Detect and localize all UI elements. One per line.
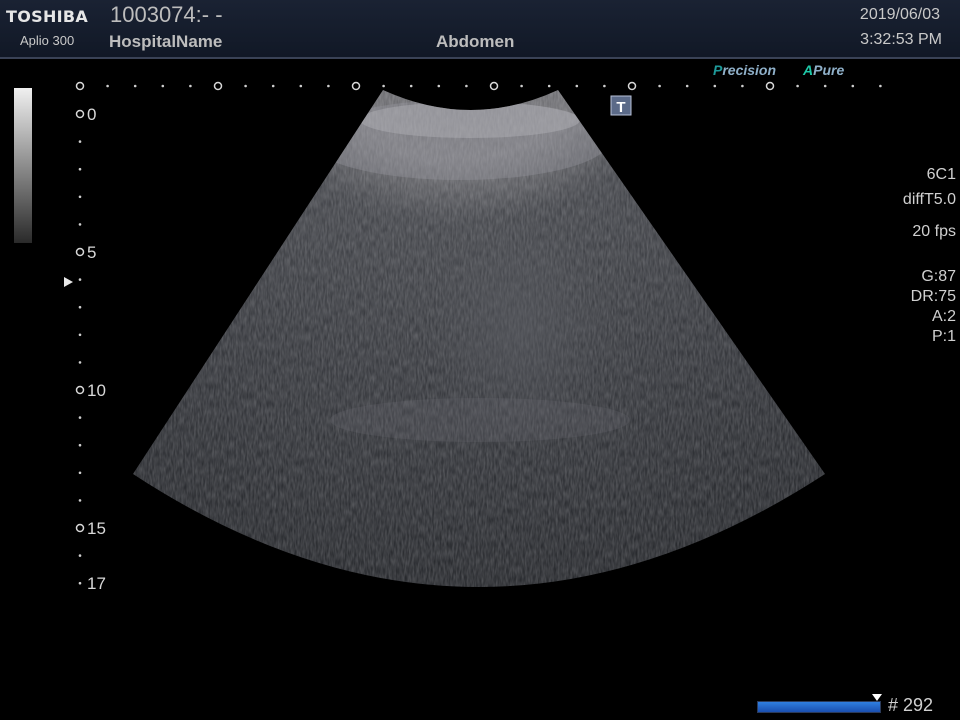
depth-label: 10 — [87, 381, 106, 400]
depth-minor-tick — [78, 581, 82, 585]
depth-minor-tick — [78, 167, 82, 171]
lateral-minor-tick — [382, 84, 385, 88]
lateral-minor-tick — [520, 84, 523, 88]
lateral-minor-tick — [575, 84, 579, 88]
depth-labels: 0 5 10 15 17 — [87, 105, 106, 593]
brand-logo: TOSHIBA — [6, 7, 89, 26]
lateral-major-tick — [213, 81, 223, 91]
lateral-minor-tick — [244, 84, 247, 88]
focus-marker-label: T — [616, 99, 625, 116]
focus-pointer — [64, 277, 73, 287]
lateral-minor-tick — [879, 84, 882, 88]
depth-minor-tick — [78, 278, 82, 281]
ultrasound-image-area: 0 5 10 15 17 T — [64, 81, 882, 593]
exam-preset: Abdomen — [436, 32, 515, 51]
lateral-minor-tick — [161, 84, 165, 88]
lateral-minor-tick — [189, 84, 192, 88]
lateral-minor-tick — [271, 84, 275, 88]
lateral-minor-tick — [409, 84, 413, 88]
system-model: Aplio 300 — [20, 33, 75, 48]
lateral-minor-tick — [685, 84, 689, 88]
lateral-minor-tick — [796, 84, 799, 88]
depth-minor-tick — [78, 305, 82, 309]
depth-minor-tick — [78, 195, 82, 199]
depth-minor-tick — [78, 554, 82, 557]
depth-minor-tick — [78, 499, 82, 502]
lateral-minor-tick — [437, 84, 441, 88]
patient-id: 1003074:- - — [110, 2, 223, 27]
p-value: P:1 — [931, 328, 956, 345]
lateral-major-tick — [765, 81, 775, 91]
depth-minor-tick — [78, 471, 82, 475]
depth-minor-tick — [78, 140, 82, 143]
lateral-minor-tick — [133, 84, 137, 88]
lateral-minor-tick — [851, 84, 855, 88]
hospital-name: HospitalName — [109, 32, 223, 51]
depth-label: 17 — [87, 574, 106, 593]
lateral-minor-tick — [465, 84, 468, 88]
depth-scale — [75, 109, 85, 585]
depth-major-tick — [75, 385, 85, 395]
lateral-major-tick — [489, 81, 499, 91]
frame-counter: # 292 — [888, 695, 934, 715]
lateral-minor-tick — [327, 84, 330, 88]
depth-minor-tick — [78, 223, 82, 226]
lateral-minor-tick — [106, 84, 109, 88]
cine-progress-bar[interactable] — [757, 701, 881, 713]
preset-name: diffT5.0 — [902, 191, 956, 208]
lateral-minor-tick — [603, 84, 606, 88]
lateral-minor-tick — [299, 84, 303, 88]
depth-label: 5 — [87, 243, 96, 262]
exam-time: 3:32:53 PM — [860, 31, 942, 48]
depth-major-tick — [75, 247, 85, 257]
depth-label: 0 — [87, 105, 96, 124]
depth-major-tick — [75, 109, 85, 119]
cine-position-marker[interactable] — [872, 694, 882, 701]
depth-minor-tick — [78, 416, 82, 419]
exam-date: 2019/06/03 — [859, 6, 940, 23]
probe-name: 6C1 — [926, 166, 956, 183]
lateral-minor-tick — [658, 84, 661, 88]
lateral-minor-tick — [823, 84, 827, 88]
lateral-major-tick — [627, 81, 637, 91]
dynamic-range-value: DR:75 — [910, 288, 956, 305]
lateral-scale — [75, 81, 882, 91]
depth-minor-tick — [78, 443, 82, 447]
depth-minor-tick — [78, 333, 82, 337]
a-value: A:2 — [931, 308, 956, 325]
lateral-major-tick — [75, 81, 85, 91]
lateral-minor-tick — [713, 84, 717, 88]
depth-label: 15 — [87, 519, 106, 538]
depth-major-tick — [75, 523, 85, 533]
depth-minor-tick — [78, 361, 82, 364]
lateral-minor-tick — [741, 84, 744, 88]
lateral-minor-tick — [547, 84, 551, 88]
frame-rate: 20 fps — [912, 223, 956, 240]
lateral-major-tick — [351, 81, 361, 91]
gain-value: G:87 — [921, 268, 956, 285]
header-bar: TOSHIBA Aplio 300 1003074:- - HospitalNa… — [0, 0, 960, 59]
